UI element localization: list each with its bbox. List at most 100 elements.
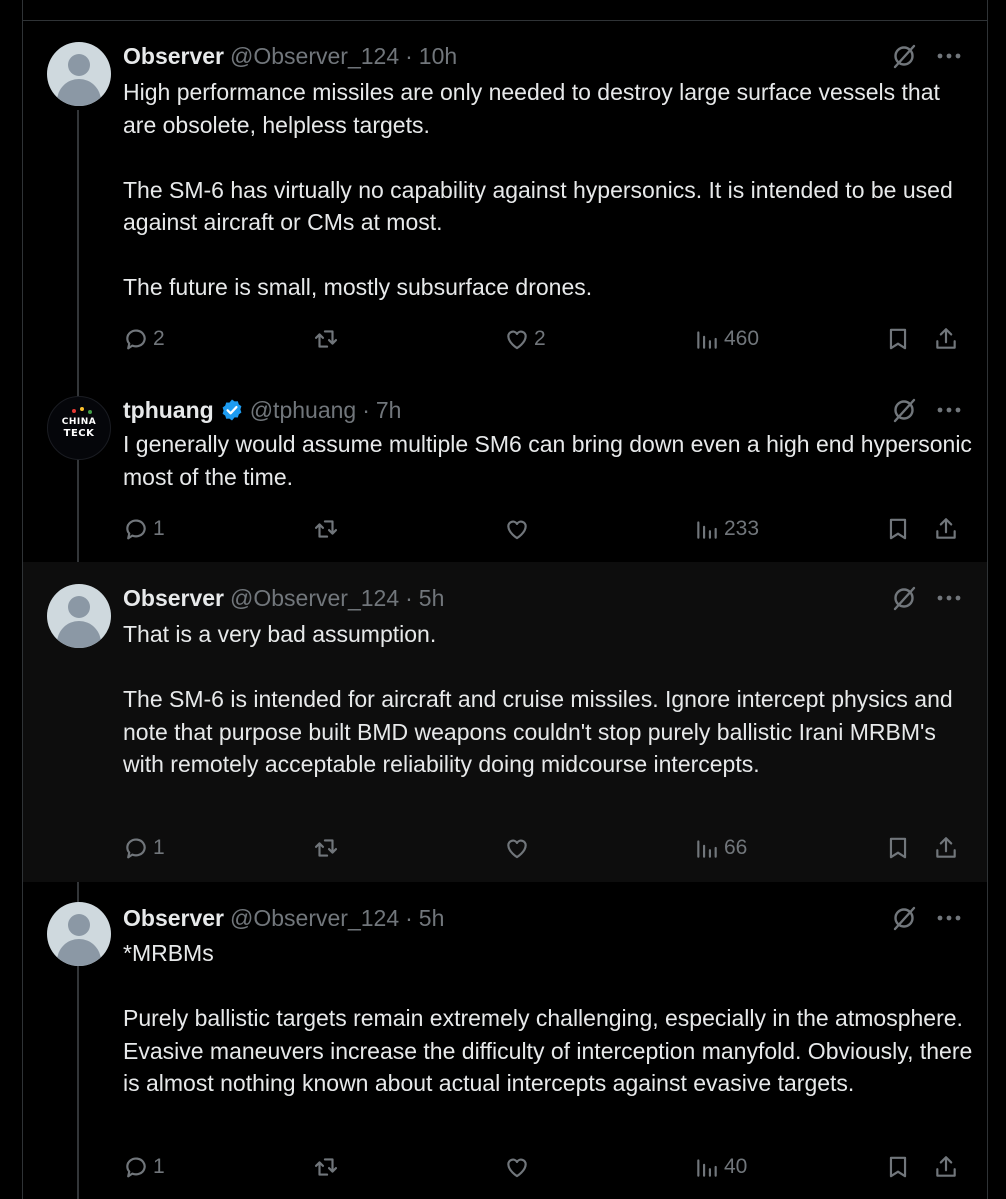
paragraph: The SM-6 has virtually no capability aga… <box>123 176 953 236</box>
timestamp[interactable]: 10h <box>419 42 457 70</box>
user-handle[interactable]: @tphuang <box>250 396 357 424</box>
repost-button[interactable] <box>313 833 343 863</box>
view-count: 66 <box>724 836 748 859</box>
post-text: High performance missiles are only neede… <box>123 76 973 304</box>
post[interactable]: CHINA TECK tphuang @tphuang · 7h I gener… <box>23 380 987 562</box>
bookmark-button[interactable] <box>885 1152 911 1182</box>
separator: · <box>405 585 413 611</box>
paragraph: I generally would assume multiple SM6 ca… <box>123 431 972 490</box>
display-name[interactable]: tphuang <box>123 396 214 424</box>
share-icon <box>936 518 956 539</box>
avatar[interactable] <box>47 584 111 648</box>
share-button[interactable] <box>933 324 959 354</box>
share-button[interactable] <box>933 833 959 863</box>
separator: · <box>405 905 413 931</box>
avatar-logo-text: TECK <box>63 428 95 439</box>
repost-button[interactable] <box>313 514 343 544</box>
grok-icon[interactable] <box>890 904 918 932</box>
reply-icon <box>126 519 146 540</box>
separator: · <box>405 43 413 69</box>
post-text: That is a very bad assumption. The SM-6 … <box>123 618 973 781</box>
user-handle[interactable]: @Observer_124 <box>230 904 399 932</box>
like-button[interactable]: 2 <box>504 324 546 354</box>
reply-button[interactable]: 1 <box>123 514 165 544</box>
post-text: I generally would assume multiple SM6 ca… <box>123 428 973 493</box>
repost-icon <box>314 1158 338 1176</box>
share-button[interactable] <box>933 1152 959 1182</box>
view-count: 233 <box>724 517 760 540</box>
views-button[interactable]: 66 <box>694 833 747 863</box>
avatar[interactable] <box>47 902 111 966</box>
action-bar: 1 40 <box>123 1152 983 1182</box>
display-name[interactable]: Observer <box>123 42 224 70</box>
views-icon <box>697 521 717 539</box>
avatar-logo-text: CHINA <box>61 417 97 427</box>
post[interactable]: Observer @Observer_124 · 5h That is a ve… <box>23 562 987 882</box>
share-icon <box>936 328 956 349</box>
post[interactable]: Observer @Observer_124 · 10h High perfor… <box>23 24 987 380</box>
reply-count: 1 <box>153 517 165 540</box>
verified-badge-icon[interactable] <box>220 398 244 422</box>
like-count: 2 <box>534 327 546 350</box>
like-button[interactable] <box>504 1152 534 1182</box>
reply-count: 1 <box>153 836 165 859</box>
post-header: Observer @Observer_124 · 5h <box>123 584 444 612</box>
user-handle[interactable]: @Observer_124 <box>230 584 399 612</box>
top-divider <box>22 20 988 21</box>
like-icon <box>507 1158 527 1178</box>
paragraph: That is a very bad assumption. <box>123 621 437 647</box>
views-button[interactable]: 460 <box>694 324 759 354</box>
avatar[interactable]: CHINA TECK <box>47 396 111 460</box>
separator: · <box>362 397 370 423</box>
post-text: *MRBMs Purely ballistic targets remain e… <box>123 937 973 1100</box>
display-name[interactable]: Observer <box>123 904 224 932</box>
more-icon[interactable] <box>935 584 963 612</box>
bookmark-icon <box>889 837 907 859</box>
like-icon <box>507 839 527 859</box>
paragraph: Purely ballistic targets remain extremel… <box>123 1005 973 1096</box>
like-button[interactable] <box>504 514 534 544</box>
timestamp[interactable]: 5h <box>419 904 445 932</box>
reply-button[interactable]: 1 <box>123 833 165 863</box>
views-button[interactable]: 233 <box>694 514 759 544</box>
paragraph: The SM-6 is intended for aircraft and cr… <box>123 686 953 777</box>
bookmark-button[interactable] <box>885 514 911 544</box>
view-count: 40 <box>724 1155 748 1178</box>
reply-button[interactable]: 2 <box>123 324 165 354</box>
more-icon[interactable] <box>935 42 963 70</box>
share-icon <box>936 837 956 858</box>
repost-button[interactable] <box>313 324 343 354</box>
bookmark-icon <box>889 518 907 540</box>
repost-button[interactable] <box>313 1152 343 1182</box>
repost-icon <box>314 839 338 857</box>
post-header: Observer @Observer_124 · 5h <box>123 904 444 932</box>
bookmark-button[interactable] <box>885 324 911 354</box>
grok-icon[interactable] <box>890 42 918 70</box>
reply-count: 1 <box>153 1155 165 1178</box>
repost-icon <box>314 520 338 538</box>
action-bar: 2 2 460 <box>123 324 983 354</box>
avatar[interactable] <box>47 42 111 106</box>
paragraph: High performance missiles are only neede… <box>123 79 940 138</box>
repost-icon <box>314 330 338 348</box>
more-icon[interactable] <box>935 396 963 424</box>
views-button[interactable]: 40 <box>694 1152 747 1182</box>
grok-icon[interactable] <box>890 584 918 612</box>
reply-button[interactable]: 1 <box>123 1152 165 1182</box>
post-header: Observer @Observer_124 · 10h <box>123 42 457 70</box>
display-name[interactable]: Observer <box>123 584 224 612</box>
action-bar: 1 233 <box>123 514 983 544</box>
post[interactable]: Observer @Observer_124 · 5h *MRBMs Purel… <box>23 882 987 1199</box>
view-count: 460 <box>724 327 760 350</box>
timestamp[interactable]: 7h <box>376 396 402 424</box>
like-icon <box>507 520 527 540</box>
action-bar: 1 66 <box>123 833 983 863</box>
timestamp[interactable]: 5h <box>419 584 445 612</box>
grok-icon[interactable] <box>890 396 918 424</box>
more-icon[interactable] <box>935 904 963 932</box>
like-button[interactable] <box>504 833 534 863</box>
bookmark-button[interactable] <box>885 833 911 863</box>
user-handle[interactable]: @Observer_124 <box>230 42 399 70</box>
share-button[interactable] <box>933 514 959 544</box>
bookmark-icon <box>889 1156 907 1178</box>
